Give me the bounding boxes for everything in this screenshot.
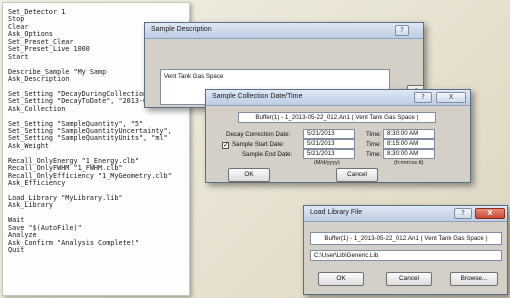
decay-correction-time-input[interactable]: 8:30:00 AM <box>383 129 435 139</box>
cancel-button[interactable]: Cancel <box>336 168 378 182</box>
cancel-button[interactable]: Cancel <box>386 272 432 286</box>
script-line <box>8 210 189 217</box>
script-line: Set_Detector 1 <box>8 8 66 16</box>
help-button[interactable]: ? <box>414 92 432 103</box>
script-line: Ask_Efficiency <box>8 179 66 188</box>
sample-end-time-input[interactable]: 8:30:00 AM <box>383 149 435 159</box>
dialog-title: Sample Description <box>151 26 212 33</box>
script-line: Ask_Library <box>8 201 54 210</box>
end-time-label: Time: <box>366 151 382 158</box>
browse-button[interactable]: Browse... <box>450 272 498 286</box>
sample-start-checkbox[interactable]: ✓ <box>222 141 229 149</box>
date-format-hint: (M/d/yyyy) <box>314 160 340 166</box>
sample-start-date-input[interactable]: 5/21/2013 <box>303 139 355 149</box>
script-line: Ask_Confirm "Analysis Complete!" <box>8 238 139 247</box>
sample-end-date-input[interactable]: 5/21/2013 <box>303 149 355 159</box>
sample-start-label: Sample Start Date: <box>232 141 285 148</box>
start-time-label: Time: <box>366 141 382 148</box>
title-bar[interactable]: Sample Description ? <box>145 23 423 39</box>
close-button[interactable]: X <box>436 92 466 103</box>
buffer-header: Buffer(1) - 1_2013-05-22_012.An1 ( Vent … <box>238 112 436 123</box>
close-button[interactable]: X <box>475 208 505 219</box>
dialog-title: Sample Collection Date/Time <box>212 93 303 100</box>
library-path-input[interactable]: C:\User\Lib\Generic.Lib <box>310 250 502 261</box>
title-bar[interactable]: Sample Collection Date/Time ? X <box>206 90 470 106</box>
ok-button[interactable]: OK <box>318 272 364 286</box>
script-line: Quit <box>8 246 25 254</box>
dialog-title: Load Library File <box>310 209 363 216</box>
decay-time-label: Time: <box>366 131 382 138</box>
decay-correction-label: Decay Correction Date: <box>226 131 291 138</box>
time-format-hint: (h:mm:ss tt) <box>394 160 424 166</box>
help-button[interactable]: ? <box>454 208 472 219</box>
title-bar[interactable]: Load Library File ? X <box>304 206 507 222</box>
checkmark-icon: ✓ <box>223 141 229 149</box>
load-library-dialog: Load Library File ? X Buffer(1) - 1_2013… <box>303 205 508 295</box>
decay-correction-date-input[interactable]: 5/21/2013 <box>303 129 355 139</box>
help-button[interactable]: ? <box>395 25 409 36</box>
sample-collection-dialog: Sample Collection Date/Time ? X Buffer(1… <box>205 89 471 183</box>
script-line: Ask_Weight <box>8 141 49 150</box>
sample-start-time-input[interactable]: 8:15:00 AM <box>383 139 435 149</box>
sample-end-label: Sample End Date: <box>242 151 293 158</box>
ok-button[interactable]: OK <box>228 168 270 182</box>
buffer-header: Buffer(1) - 1_2013-05-22_012.An1 ( Vent … <box>310 232 502 245</box>
